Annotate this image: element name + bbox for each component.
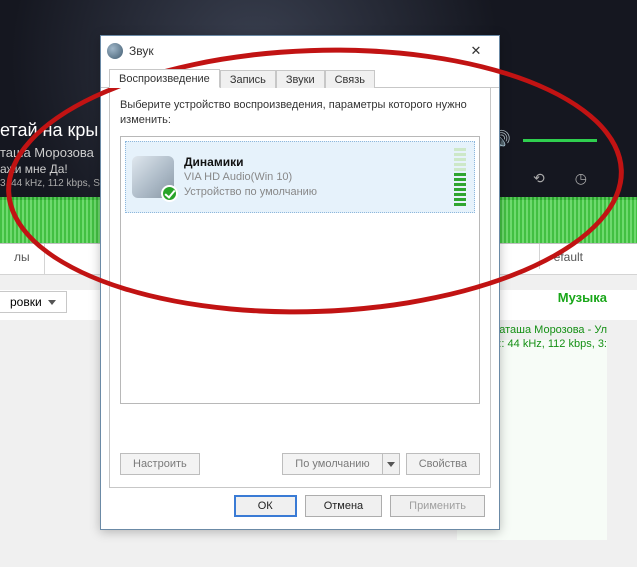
device-list[interactable]: Динамики VIA HD Audio(Win 10) Устройство… (120, 136, 480, 404)
track-artist: таша Морозова (0, 145, 94, 160)
device-name: Динамики (184, 154, 317, 170)
check-icon (161, 185, 178, 202)
dialog-title: Звук (129, 44, 154, 58)
repeat-icon[interactable]: ⟲ (533, 170, 545, 187)
instruction-text: Выберите устройство воспроизведения, пар… (120, 98, 480, 128)
ok-button[interactable]: ОК (234, 495, 297, 517)
tab-comm[interactable]: Связь (325, 70, 375, 88)
track-title: етай на кры… (0, 120, 116, 141)
apply-button[interactable]: Применить (390, 495, 485, 517)
speaker-icon (132, 156, 174, 198)
chevron-down-icon (387, 462, 395, 467)
configure-button[interactable]: Настроить (120, 453, 200, 475)
level-meter (454, 148, 468, 206)
playback-panel: Выберите устройство воспроизведения, пар… (109, 88, 491, 488)
player-tab-left[interactable]: лы (0, 244, 45, 274)
tab-sounds[interactable]: Звуки (276, 70, 325, 88)
cancel-button[interactable]: Отмена (305, 495, 382, 517)
chevron-down-icon (48, 300, 56, 305)
sound-icon (107, 43, 123, 59)
dialog-tabs: Воспроизведение Запись Звуки Связь (101, 66, 499, 88)
close-button[interactable]: ✕ (459, 40, 493, 62)
player-tab-default[interactable]: efault (539, 244, 597, 269)
volume-slider[interactable] (523, 139, 597, 142)
device-driver: VIA HD Audio(Win 10) (184, 170, 317, 185)
close-icon: ✕ (471, 43, 482, 59)
tab-record[interactable]: Запись (220, 70, 276, 88)
set-default-dropdown[interactable]: По умолчанию (282, 453, 399, 475)
settings-label: ровки (10, 295, 42, 309)
sound-dialog: Звук ✕ Воспроизведение Запись Звуки Связ… (100, 35, 500, 530)
device-status: Устройство по умолчанию (184, 185, 317, 200)
volume-controls: 🔊 (489, 130, 597, 151)
dialog-titlebar[interactable]: Звук ✕ (101, 36, 499, 66)
set-default-button[interactable]: По умолчанию (282, 453, 381, 475)
tab-playback[interactable]: Воспроизведение (109, 69, 220, 88)
settings-dropdown[interactable]: ровки (0, 291, 67, 313)
device-item[interactable]: Динамики VIA HD Audio(Win 10) Устройство… (125, 141, 475, 213)
properties-button[interactable]: Свойства (406, 453, 480, 475)
clock-icon[interactable]: ◷ (575, 170, 587, 187)
playlist-header[interactable]: Музыка (558, 290, 607, 305)
track-subline: ажи мне Да! (0, 162, 68, 176)
